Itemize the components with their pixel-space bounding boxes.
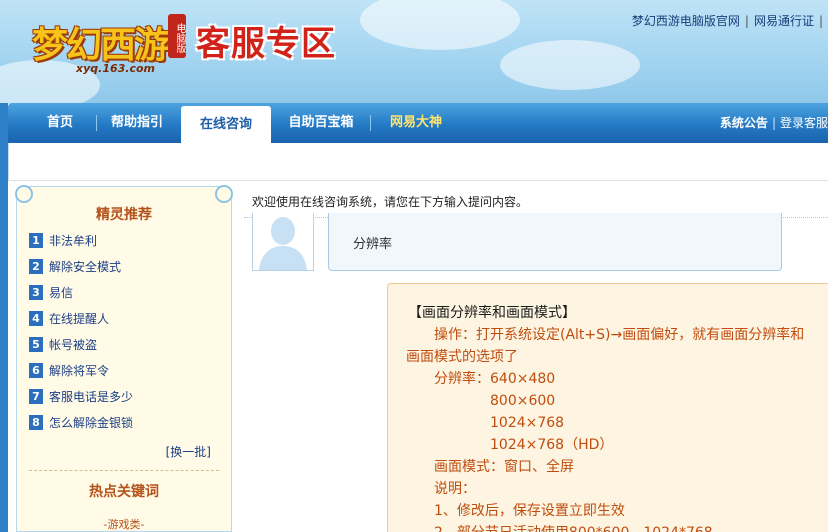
item-number: 2 xyxy=(29,259,43,274)
sub-header-strip xyxy=(8,143,828,181)
user-silhouette-icon xyxy=(253,213,313,270)
hot-keywords-title: 热点关键词 xyxy=(89,484,159,500)
item-number: 6 xyxy=(29,363,43,378)
answer-title: 【画面分辨率和画面模式】 xyxy=(408,305,576,321)
nav-online-consult[interactable]: 在线咨询 xyxy=(181,106,271,143)
recommend-link[interactable]: 客服电话是多少 xyxy=(49,389,133,405)
recommend-link[interactable]: 易信 xyxy=(49,285,73,301)
answer-line: 1、修改后，保存设置立即生效 xyxy=(434,503,625,519)
netease-passport-link[interactable]: 网易通行证 xyxy=(754,14,814,28)
nav-self-service[interactable]: 自助百宝箱 xyxy=(279,103,363,143)
recommend-link[interactable]: 帐号被盗 xyxy=(49,337,97,353)
divider: | xyxy=(771,116,776,130)
list-item[interactable]: 2 解除安全模式 xyxy=(29,259,133,285)
welcome-message: 欢迎使用在线咨询系统，请您在下方输入提问内容。 xyxy=(252,195,529,209)
divider xyxy=(29,470,219,471)
user-message-bubble: 分辨率 xyxy=(328,213,782,271)
login-service-link[interactable]: 登录客服 xyxy=(780,116,828,130)
nav-netease-dashen[interactable]: 网易大神 xyxy=(374,103,458,143)
answer-line: 1024×768 xyxy=(490,415,565,431)
recommend-link[interactable]: 非法牟利 xyxy=(49,233,97,249)
answer-line: 说明： xyxy=(434,481,476,497)
change-batch-button[interactable]: [换一批] xyxy=(166,443,211,460)
header-banner: 梦幻西游 xyq.163.com 电脑版 客服专区 梦幻西游电脑版官网 | 网易通行… xyxy=(0,0,828,104)
nav-home[interactable]: 首页 xyxy=(28,103,92,143)
recommend-link[interactable]: 解除安全模式 xyxy=(49,259,121,275)
answer-line: 1024×768（HD） xyxy=(490,437,614,453)
game-logo[interactable]: 梦幻西游 xyq.163.com xyxy=(14,6,194,76)
recommend-list: 1 非法牟利 2 解除安全模式 3 易信 4 在线提醒人 5 帐号被盗 6 解除将军令 7客… xyxy=(29,233,133,441)
logo-url: xyq.163.com xyxy=(76,62,155,75)
item-number: 5 xyxy=(29,337,43,352)
divider: | xyxy=(744,14,749,28)
system-notice-link[interactable]: 系统公告 xyxy=(720,116,768,130)
sidebar-title: 精灵推荐 xyxy=(96,207,152,223)
cloud-decoration xyxy=(500,40,640,90)
top-links: 梦幻西游电脑版官网 | 网易通行证 | xyxy=(632,12,828,29)
user-avatar xyxy=(252,213,314,271)
frame-edge xyxy=(0,103,8,532)
list-item[interactable]: 5 帐号被盗 xyxy=(29,337,133,363)
recommend-link[interactable]: 解除将军令 xyxy=(49,363,109,379)
answer-line: 2、部分节日活动使用800*600，1024*768 xyxy=(434,523,713,532)
answer-line: 800×600 xyxy=(490,393,556,409)
item-number: 8 xyxy=(29,415,43,430)
list-item[interactable]: 6 解除将军令 xyxy=(29,363,133,389)
answer-bubble: 【画面分辨率和画面模式】 操作：打开系统设定(Alt+S)→画面偏好，就有画面分… xyxy=(387,283,828,532)
recommend-link[interactable]: 怎么解除金银锁 xyxy=(49,415,133,431)
nav-divider xyxy=(96,115,97,131)
nav-help-guide[interactable]: 帮助指引 xyxy=(100,103,174,143)
list-item[interactable]: 8 怎么解除金银锁 xyxy=(29,415,133,441)
item-number: 3 xyxy=(29,285,43,300)
user-question-text: 分辨率 xyxy=(353,237,393,252)
divider: | xyxy=(818,14,823,28)
logo-badge: 电脑版 xyxy=(168,14,186,58)
item-number: 1 xyxy=(29,233,43,248)
item-number: 7 xyxy=(29,389,43,404)
page-title: 客服专区 xyxy=(196,24,336,64)
cloud-decoration xyxy=(360,0,520,50)
logo-text: 梦幻西游 xyxy=(32,25,170,66)
answer-line: 画面模式：窗口、全屏 xyxy=(434,459,574,475)
official-site-link[interactable]: 梦幻西游电脑版官网 xyxy=(632,14,740,28)
list-item[interactable]: 3 易信 xyxy=(29,285,133,311)
list-item[interactable]: 7 客服电话是多少 xyxy=(29,389,133,415)
answer-line: 分辨率：640×480 xyxy=(434,371,556,387)
answer-line: 画面模式的选项了 xyxy=(406,349,518,365)
nav-right-links: 系统公告 | 登录客服 xyxy=(720,103,828,143)
answer-line: 操作：打开系统设定(Alt+S)→画面偏好，就有画面分辨率和 xyxy=(434,327,805,343)
recommend-sidebar: 精灵推荐 1 非法牟利 2 解除安全模式 3 易信 4 在线提醒人 5 帐号被盗 6 解除将… xyxy=(15,185,233,532)
main-nav: 首页 帮助指引 在线咨询 自助百宝箱 网易大神 系统公告 | 登录客服 xyxy=(8,103,828,143)
list-item[interactable]: 4 在线提醒人 xyxy=(29,311,133,337)
item-number: 4 xyxy=(29,311,43,326)
nav-divider xyxy=(370,115,371,131)
list-item[interactable]: 1 非法牟利 xyxy=(29,233,133,259)
recommend-link[interactable]: 在线提醒人 xyxy=(49,311,109,327)
game-category-label[interactable]: -游戏类- xyxy=(17,516,231,532)
